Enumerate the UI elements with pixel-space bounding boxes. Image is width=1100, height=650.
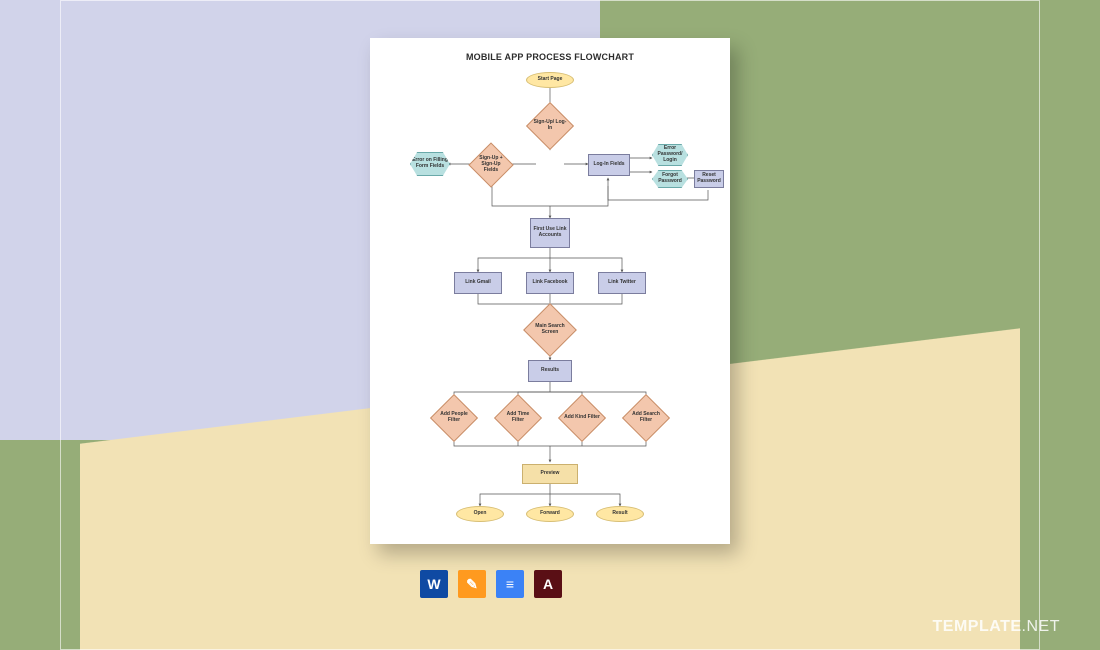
- forward-label: Forward: [540, 511, 560, 517]
- forgot-password-node: Forgot Password: [652, 170, 688, 188]
- main-search-label: Main Search Screen: [530, 324, 570, 336]
- password-error-label: Error Password/ Login: [654, 146, 686, 163]
- forward-terminal: Forward: [526, 506, 574, 522]
- kind-filter-node: Add Kind Filter: [564, 400, 600, 436]
- link-facebook-node: Link Facebook: [526, 272, 574, 294]
- signup-fields-label: Sign-Up + Sign-Up Fields: [474, 156, 508, 173]
- time-filter-node: Add Time Filter: [500, 400, 536, 436]
- signup-login-decision: Sign-Up/ Log-In: [532, 108, 568, 144]
- login-fields-label: Log-In Fields: [593, 162, 624, 168]
- start-node: Start Page: [526, 72, 574, 88]
- first-use-label: First Use Link Accounts: [532, 227, 568, 239]
- word-icon[interactable]: W: [420, 570, 448, 598]
- signup-login-label: Sign-Up/ Log-In: [532, 120, 568, 132]
- link-twitter-node: Link Twitter: [598, 272, 646, 294]
- forgot-password-label: Forgot Password: [654, 173, 686, 185]
- time-filter-label: Add Time Filter: [500, 412, 536, 424]
- watermark-light: .NET: [1022, 618, 1060, 635]
- link-twitter-label: Link Twitter: [608, 280, 636, 286]
- result-label: Result: [612, 511, 627, 517]
- reset-password-node: Reset Password: [694, 170, 724, 188]
- flowchart-page: MOBILE APP PROCESS FLOWCHART: [370, 38, 730, 544]
- main-search-node: Main Search Screen: [530, 310, 570, 350]
- gdocs-icon[interactable]: ≡: [496, 570, 524, 598]
- reset-password-label: Reset Password: [696, 173, 722, 185]
- results-node: Results: [528, 360, 572, 382]
- form-error-label: Error on Filling Form Fields: [412, 158, 448, 170]
- watermark: TEMPLATE.NET: [933, 618, 1060, 636]
- result-terminal: Result: [596, 506, 644, 522]
- watermark-bold: TEMPLATE: [933, 618, 1022, 635]
- start-label: Start Page: [538, 77, 563, 83]
- results-label: Results: [541, 368, 559, 374]
- first-use-node: First Use Link Accounts: [530, 218, 570, 248]
- download-format-icons: W ✎ ≡ A: [420, 570, 562, 598]
- people-filter-label: Add People Filter: [436, 412, 472, 424]
- search-filter-label: Add Search Filter: [628, 412, 664, 424]
- login-fields-node: Log-In Fields: [588, 154, 630, 176]
- password-error-node: Error Password/ Login: [652, 144, 688, 166]
- open-label: Open: [474, 511, 487, 517]
- pages-icon[interactable]: ✎: [458, 570, 486, 598]
- preview-label: Preview: [541, 471, 560, 477]
- search-filter-node: Add Search Filter: [628, 400, 664, 436]
- kind-filter-label: Add Kind Filter: [564, 415, 600, 421]
- form-error-node: Error on Filling Form Fields: [410, 152, 450, 176]
- preview-node: Preview: [522, 464, 578, 484]
- link-gmail-label: Link Gmail: [465, 280, 491, 286]
- open-terminal: Open: [456, 506, 504, 522]
- people-filter-node: Add People Filter: [436, 400, 472, 436]
- link-gmail-node: Link Gmail: [454, 272, 502, 294]
- signup-fields-node: Sign-Up + Sign-Up Fields: [474, 148, 508, 182]
- pdf-icon[interactable]: A: [534, 570, 562, 598]
- link-facebook-label: Link Facebook: [532, 280, 567, 286]
